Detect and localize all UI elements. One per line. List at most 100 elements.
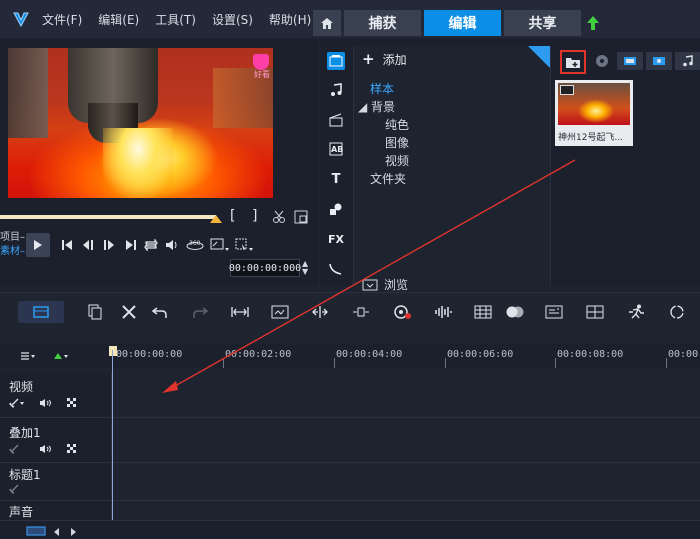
mask-button[interactable] (504, 301, 526, 323)
show-photo-button[interactable] (646, 52, 672, 70)
tick-mark (666, 358, 667, 368)
pin-icon[interactable] (528, 46, 550, 68)
360-icon: 360 (186, 240, 204, 250)
tree-item-image[interactable]: 图像 (385, 134, 409, 151)
split-clip-icon[interactable] (272, 210, 286, 228)
track-header: 标题1 (0, 463, 112, 500)
menu-file[interactable]: 文件(F) (42, 11, 82, 28)
capture-disc-icon[interactable] (595, 54, 609, 71)
tree-item-background[interactable]: ◢ 背景 (358, 98, 395, 115)
track-body[interactable] (113, 463, 700, 500)
storyboard-view-button[interactable] (18, 301, 64, 323)
tab-capture[interactable]: 捕获 (344, 10, 421, 36)
show-audio-button[interactable] (675, 52, 700, 70)
fit-to-width-button[interactable] (229, 301, 251, 323)
import-media-button[interactable] (560, 50, 586, 74)
timeline-ruler[interactable]: 00:00:00:00 00:00:02:00 00:00:04:00 00:0… (112, 344, 700, 368)
timecode-stepper[interactable]: ▲ ▼ (302, 260, 308, 276)
tools-button[interactable] (118, 301, 140, 323)
speed-button[interactable] (626, 301, 648, 323)
scroll-left-icon[interactable] (54, 525, 60, 539)
timecode-field[interactable]: 00:00:00:000 (229, 259, 301, 277)
loop-button[interactable] (666, 301, 688, 323)
zoom-slider-icon[interactable] (26, 525, 46, 539)
track-header: 声音 (0, 501, 112, 520)
speaker-icon[interactable] (39, 444, 53, 454)
speaker-icon[interactable] (39, 398, 53, 408)
transition-icon[interactable]: AB (327, 140, 345, 158)
upload-arrow-icon[interactable] (586, 15, 600, 34)
playhead-line[interactable] (112, 350, 113, 520)
redo-button[interactable] (189, 301, 211, 323)
home-tab[interactable] (313, 10, 341, 36)
360-view-button[interactable]: 360 (184, 236, 206, 254)
go-to-end-button[interactable] (121, 236, 139, 254)
graphic-icon[interactable] (327, 200, 345, 218)
instant-project-icon[interactable] (327, 111, 345, 129)
tree-item-sample[interactable]: 样本 (370, 80, 394, 97)
undo-button[interactable] (149, 301, 171, 323)
track-body[interactable] (113, 418, 700, 462)
library-tree: + 添加 样本 ◢ 背景 纯色 图像 视频 文件夹 浏览 (353, 46, 551, 292)
tree-item-folder[interactable]: 文件夹 (370, 170, 406, 187)
path-icon[interactable] (327, 260, 345, 278)
menu-help[interactable]: 帮助(H) (269, 11, 311, 28)
grid-button[interactable] (584, 301, 606, 323)
crop-button[interactable] (269, 301, 291, 323)
play-button[interactable] (26, 233, 50, 257)
motion-button[interactable] (350, 301, 372, 323)
menu-edit[interactable]: 编辑(E) (98, 11, 139, 28)
audio-wave-button[interactable] (432, 301, 454, 323)
media-thumbnail[interactable]: 神州12号起飞... (555, 80, 633, 146)
split-screen-button[interactable] (309, 301, 331, 323)
checker-icon[interactable] (67, 444, 77, 454)
repeat-button[interactable] (142, 236, 160, 254)
track-body[interactable] (113, 372, 700, 417)
aspect-ratio-button[interactable] (209, 236, 231, 254)
track-options-icon[interactable] (20, 350, 36, 364)
add-folder-button[interactable]: + 添加 (362, 50, 407, 68)
link-icon[interactable] (9, 444, 25, 454)
mark-out-button[interactable]: ] (252, 208, 257, 224)
project-mode-label[interactable]: 项目 (0, 232, 20, 243)
scroll-right-icon[interactable] (70, 525, 76, 539)
scrub-bar[interactable] (0, 215, 216, 219)
go-to-start-button[interactable] (58, 236, 76, 254)
video-preview[interactable]: 好看 (8, 48, 273, 198)
media-icon[interactable] (327, 52, 345, 70)
subtitle-button[interactable] (543, 301, 565, 323)
tab-share[interactable]: 共享 (504, 10, 581, 36)
library-panel: AB T FX + 添加 样本 ◢ 背景 纯色 图像 视频 文件夹 浏览 神州1… (320, 38, 700, 292)
track-video: 视频 (0, 372, 700, 418)
link-icon[interactable] (9, 398, 25, 408)
browse-button[interactable]: 浏览 (362, 276, 408, 293)
filter-fx-icon[interactable]: FX (327, 230, 345, 248)
track-body[interactable] (113, 501, 700, 520)
tab-edit[interactable]: 编辑 (424, 10, 501, 36)
track-manager-button[interactable] (84, 301, 106, 323)
add-track-icon[interactable] (52, 350, 70, 364)
checker-icon[interactable] (67, 398, 77, 408)
audio-icon[interactable] (327, 81, 345, 99)
selection-button[interactable] (234, 236, 256, 254)
volume-button[interactable] (163, 236, 181, 254)
clip-mode-label[interactable]: 素材 (0, 246, 20, 257)
scrub-handle[interactable] (210, 215, 222, 223)
playhead-handle[interactable] (109, 346, 117, 356)
browse-label: 浏览 (384, 278, 409, 292)
link-icon[interactable] (9, 484, 25, 494)
title-icon[interactable]: T (327, 170, 345, 188)
multicam-button[interactable] (472, 301, 494, 323)
menu-tools[interactable]: 工具(T) (155, 11, 196, 28)
track-header: 视频 (0, 372, 112, 417)
next-frame-button[interactable] (100, 236, 118, 254)
mark-in-button[interactable]: [ (230, 208, 235, 224)
tree-item-video[interactable]: 视频 (385, 152, 409, 169)
menu-settings[interactable]: 设置(S) (212, 11, 253, 28)
record-button[interactable] (391, 301, 413, 323)
tick-label: 00:00:04:00 (336, 349, 403, 360)
previous-frame-button[interactable] (79, 236, 97, 254)
show-video-button[interactable] (617, 52, 643, 70)
enlarge-icon[interactable] (294, 210, 308, 228)
tree-item-solid-color[interactable]: 纯色 (385, 116, 409, 133)
